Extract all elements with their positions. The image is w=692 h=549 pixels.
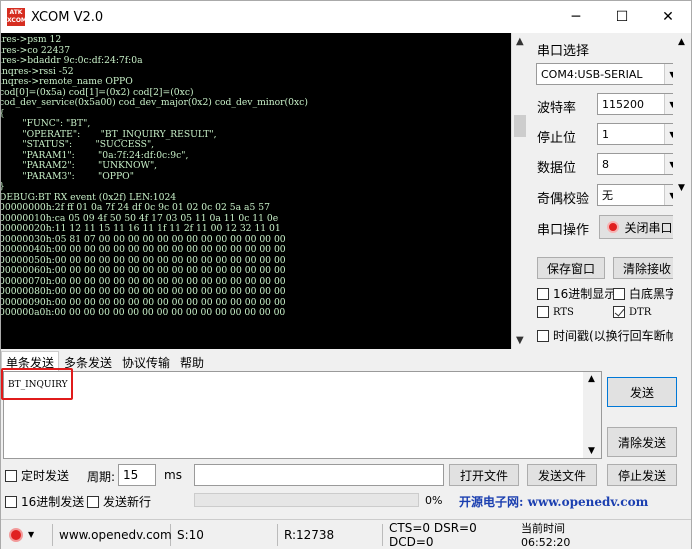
send-newline-checkbox[interactable]: 发送新行: [87, 493, 151, 510]
dtr-label: DTR: [629, 306, 652, 318]
terminal-text: ires->psm 12 ires->co 22437 ires->bdaddr…: [1, 34, 308, 318]
data-bits-value: 8: [602, 157, 609, 171]
panel-scrollbar[interactable]: ▲ ▼: [673, 33, 691, 349]
scroll-up-icon[interactable]: ▲: [588, 374, 595, 384]
hex-display-label: 16进制显示: [553, 287, 617, 301]
checkbox-box[interactable]: [87, 495, 99, 508]
scroll-down-icon[interactable]: ▼: [588, 446, 595, 456]
receive-terminal[interactable]: ires->psm 12 ires->co 22437 ires->bdaddr…: [1, 33, 511, 349]
send-text: BT_INQUIRY: [8, 380, 68, 390]
port-value: COM4:USB-SERIAL: [541, 67, 643, 81]
maximize-button[interactable]: ☐: [599, 1, 645, 33]
baud-select[interactable]: 115200▼: [597, 93, 681, 115]
period-unit: ms: [164, 468, 182, 482]
progress-text: 0%: [425, 494, 443, 507]
highlight-box: [1, 368, 73, 400]
port-label: 串口选择: [537, 44, 590, 59]
scroll-up-icon[interactable]: ▲: [678, 37, 685, 47]
close-port-button[interactable]: 关闭串口: [599, 215, 681, 239]
checkbox-box[interactable]: [537, 287, 549, 300]
send-newline-label: 发送新行: [103, 495, 152, 509]
status-sent: S:10: [171, 523, 278, 546]
save-window-button[interactable]: 保存窗口: [537, 257, 605, 279]
scroll-up-icon[interactable]: ▲: [516, 36, 524, 47]
data-bits-select[interactable]: 8▼: [597, 153, 681, 175]
timestamp-checkbox[interactable]: 时间戳(以换行回车断帧): [537, 327, 682, 344]
white-black-label: 白底黑字: [629, 287, 678, 301]
hex-send-label: 16进制发送: [21, 495, 85, 509]
parity-value: 无: [602, 189, 613, 202]
stop-bits-label: 停止位: [537, 131, 577, 146]
checkbox-box[interactable]: [537, 306, 549, 318]
parity-select[interactable]: 无▼: [597, 184, 681, 206]
send-file-button[interactable]: 发送文件: [527, 464, 597, 486]
rts-label: RTS: [553, 306, 574, 318]
parity-label: 奇偶校验: [537, 192, 590, 207]
xcom-window: ATK XCOM XCOM V2.0 ─ ☐ ✕ ires->psm 12 ire…: [0, 0, 692, 549]
period-label: 周期:: [87, 470, 116, 484]
port-op-label: 串口操作: [537, 223, 590, 238]
close-button[interactable]: ✕: [645, 1, 691, 33]
baud-label: 波特率: [537, 101, 577, 116]
timed-send-label: 定时发送: [21, 469, 70, 483]
settings-panel: 串口选择 COM4:USB-SERIAL▼ 波特率 115200▼ 停止位 1▼…: [529, 33, 691, 349]
timestamp-label: 时间戳(以换行回车断帧): [553, 329, 683, 343]
scroll-thumb[interactable]: [514, 115, 526, 137]
send-progress-bar: [194, 493, 419, 507]
tab-help[interactable]: 帮助: [175, 351, 209, 371]
send-scrollbar[interactable]: ▲ ▼: [583, 372, 601, 458]
clear-receive-button[interactable]: 清除接收: [613, 257, 681, 279]
hex-display-checkbox[interactable]: 16进制显示: [537, 285, 616, 302]
stop-bits-select[interactable]: 1▼: [597, 123, 681, 145]
tab-protocol[interactable]: 协议传输: [117, 351, 175, 371]
record-icon[interactable]: [9, 527, 23, 542]
scroll-down-icon[interactable]: ▼: [678, 183, 685, 193]
white-black-checkbox[interactable]: 白底黑字: [613, 285, 677, 302]
checkbox-checked[interactable]: [613, 306, 625, 318]
checkbox-box[interactable]: [537, 329, 549, 342]
checkbox-box[interactable]: [5, 495, 17, 508]
checkbox-box[interactable]: [613, 287, 625, 300]
file-path-input[interactable]: [194, 464, 444, 486]
port-select[interactable]: COM4:USB-SERIAL▼: [536, 63, 681, 85]
data-bits-label: 数据位: [537, 161, 577, 176]
open-file-button[interactable]: 打开文件: [449, 464, 519, 486]
status-site[interactable]: www.openedv.com: [53, 523, 172, 546]
terminal-scrollbar[interactable]: ▲ ▼: [511, 33, 528, 349]
title-bar: ATK XCOM XCOM V2.0 ─ ☐ ✕: [1, 1, 691, 33]
rts-checkbox[interactable]: RTS: [537, 306, 574, 318]
hex-send-checkbox[interactable]: 16进制发送: [5, 493, 84, 510]
window-title: XCOM V2.0: [31, 9, 104, 25]
close-port-label: 关闭串口: [624, 220, 673, 235]
status-time: 当前时间 06:52:20: [521, 522, 571, 549]
status-icon-seg: ▼: [1, 523, 53, 546]
status-lines: CTS=0 DSR=0 DCD=0: [389, 520, 477, 549]
baud-value: 115200: [602, 97, 644, 111]
promo-link[interactable]: 开源电子网: www.openedv.com: [459, 493, 648, 510]
clear-send-button[interactable]: 清除发送: [607, 427, 677, 457]
stop-bits-value: 1: [602, 127, 609, 141]
scroll-down-icon[interactable]: ▼: [516, 335, 524, 346]
stop-send-button[interactable]: 停止发送: [607, 464, 677, 486]
port-status-icon: [607, 221, 620, 233]
status-bar: ▼ www.openedv.com S:10 R:12738 CTS=0 DSR…: [1, 519, 691, 549]
send-button[interactable]: 发送: [607, 377, 677, 407]
chevron-down-icon[interactable]: ▼: [28, 530, 34, 539]
timed-send-checkbox[interactable]: 定时发送: [5, 467, 69, 484]
app-logo-icon: ATK XCOM: [7, 8, 27, 26]
period-input[interactable]: 15: [118, 464, 156, 486]
minimize-button[interactable]: ─: [553, 1, 599, 33]
send-input[interactable]: BT_INQUIRY: [3, 371, 602, 459]
status-received: R:12738: [278, 523, 383, 546]
dtr-checkbox[interactable]: DTR: [613, 306, 651, 318]
checkbox-box[interactable]: [5, 469, 17, 482]
